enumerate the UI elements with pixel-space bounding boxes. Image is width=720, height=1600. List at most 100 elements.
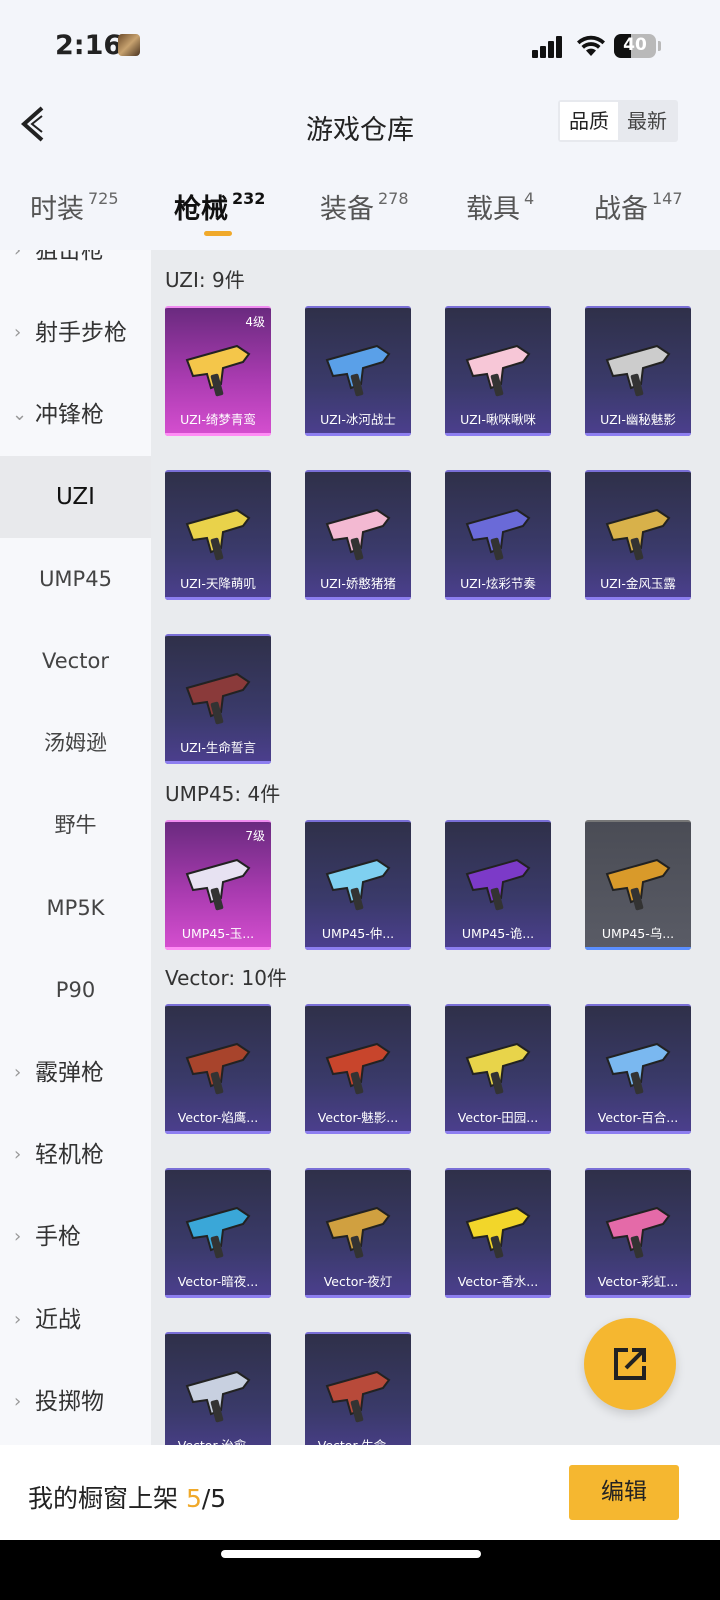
sidebar-item-lmg[interactable]: › 轻机枪: [0, 1114, 151, 1196]
skin-card[interactable]: UZI-天降萌叽: [165, 470, 271, 600]
sidebar-sub-mp5k[interactable]: MP5K: [0, 867, 151, 949]
weapon-skin-icon: [185, 1370, 251, 1423]
rarity-bar: [165, 1295, 271, 1298]
sidebar-item-throwable[interactable]: › 投掷物: [0, 1361, 151, 1443]
skin-name: UZI-金风玉露: [600, 576, 676, 591]
skin-name: Vector-焰鹰...: [177, 1110, 259, 1125]
skin-card[interactable]: Vector-田园...: [445, 1004, 551, 1134]
home-area: [0, 1540, 720, 1600]
edit-button[interactable]: 编辑: [569, 1465, 679, 1520]
tab-label: 时装: [30, 194, 84, 225]
rarity-bar: [165, 761, 271, 764]
sidebar-sub-vector[interactable]: Vector: [0, 620, 151, 702]
weapon-skin-icon: [465, 858, 531, 911]
skin-name: UMP45-乌...: [601, 926, 675, 941]
skin-card[interactable]: UMP45-诡...: [445, 820, 551, 950]
skin-name: Vector-香水...: [457, 1274, 539, 1289]
skin-name: UZI-生命誓言: [180, 740, 256, 755]
sidebar-item-pistol[interactable]: › 手枪: [0, 1196, 151, 1278]
sidebar-item-label: 投掷物: [35, 1389, 104, 1415]
tab-fashion[interactable]: 时装 725: [30, 187, 119, 226]
skin-card[interactable]: UZI-金风玉露: [585, 470, 691, 600]
skin-card[interactable]: UMP45-乌...: [585, 820, 691, 950]
tab-vehicles[interactable]: 载具 4: [466, 187, 534, 226]
battery-tip: [658, 41, 661, 51]
sort-quality-button[interactable]: 品质: [560, 102, 618, 140]
weapon-skin-icon: [185, 508, 251, 561]
status-time: 2:16: [55, 30, 123, 61]
skin-card[interactable]: 4级 UZI-绮梦青鸾: [165, 306, 271, 436]
share-fab-button[interactable]: [584, 1318, 676, 1410]
skin-card[interactable]: Vector-魅影...: [305, 1004, 411, 1134]
weapon-skin-icon: [185, 344, 251, 397]
skin-card[interactable]: Vector-生命...: [305, 1332, 411, 1445]
weapon-skin-icon: [465, 508, 531, 561]
sidebar-item-sniper[interactable]: › 狙击枪: [0, 250, 151, 292]
sidebar-sub-uzi[interactable]: UZI: [0, 456, 151, 538]
weapon-skin-icon: [325, 344, 391, 397]
skin-card[interactable]: Vector-百合...: [585, 1004, 691, 1134]
rarity-bar: [305, 433, 411, 436]
showcase-label: 我的橱窗上架 5/5: [28, 1479, 226, 1515]
tab-label: 装备: [320, 194, 374, 225]
rarity-bar: [305, 597, 411, 600]
sort-newest-button[interactable]: 最新: [618, 102, 676, 140]
skin-name: UMP45-仲...: [321, 926, 395, 941]
back-button[interactable]: [18, 102, 58, 146]
skin-card[interactable]: Vector-治愈...: [165, 1332, 271, 1445]
skin-name: UZI-幽秘魅影: [600, 412, 676, 427]
chevron-left-icon: [20, 106, 44, 142]
skin-card[interactable]: 7级 UMP45-玉...: [165, 820, 271, 950]
weapon-skin-icon: [605, 508, 671, 561]
skin-card[interactable]: UZI-幽秘魅影: [585, 306, 691, 436]
sidebar-item-melee[interactable]: › 近战: [0, 1279, 151, 1361]
tab-label: 战备: [594, 194, 648, 225]
home-indicator[interactable]: [221, 1550, 481, 1558]
sidebar-item-label: 射手步枪: [35, 320, 127, 346]
sidebar-sub-ump45[interactable]: UMP45: [0, 538, 151, 620]
sidebar-item-label: 狙击枪: [35, 250, 104, 264]
tab-guns[interactable]: 枪械 232: [174, 187, 265, 226]
weapon-skin-icon: [465, 1206, 531, 1259]
chevron-right-icon: ›: [14, 1226, 22, 1247]
skin-card[interactable]: UZI-炫彩节奏: [445, 470, 551, 600]
sidebar-item-shotgun[interactable]: › 霰弹枪: [0, 1032, 151, 1114]
skin-card[interactable]: Vector-彩虹...: [585, 1168, 691, 1298]
game-app-icon: [118, 34, 140, 56]
rarity-bar: [165, 947, 271, 950]
sidebar-sub-p90[interactable]: P90: [0, 949, 151, 1031]
tab-label: 枪械: [174, 194, 228, 225]
rarity-bar: [585, 1295, 691, 1298]
sidebar-item-dmr[interactable]: › 射手步枪: [0, 292, 151, 374]
skin-card[interactable]: UZI-娇憨猪猪: [305, 470, 411, 600]
section-title: Vector: 10件: [165, 966, 287, 990]
skin-card[interactable]: Vector-暗夜...: [165, 1168, 271, 1298]
battery-level: 40: [623, 35, 647, 55]
tab-equipment[interactable]: 装备 278: [320, 187, 409, 226]
sidebar-sub-thompson[interactable]: 汤姆逊: [0, 702, 151, 784]
battery-icon: 40: [614, 34, 656, 58]
skin-card[interactable]: UZI-冰河战士: [305, 306, 411, 436]
tab-supplies[interactable]: 战备 147: [594, 187, 683, 226]
skin-card[interactable]: Vector-焰鹰...: [165, 1004, 271, 1134]
skin-name: Vector-夜灯: [323, 1274, 393, 1289]
skin-name: UZI-天降萌叽: [180, 576, 256, 591]
weapon-skin-icon: [325, 858, 391, 911]
skin-card[interactable]: Vector-香水...: [445, 1168, 551, 1298]
skin-card[interactable]: Vector-夜灯: [305, 1168, 411, 1298]
skin-card[interactable]: UZI-生命誓言: [165, 634, 271, 764]
rarity-bar: [445, 597, 551, 600]
chevron-right-icon: ›: [14, 250, 22, 261]
weapon-skin-icon: [465, 1042, 531, 1095]
skin-card[interactable]: UZI-啾咪啾咪: [445, 306, 551, 436]
sidebar-item-label: 冲锋枪: [35, 402, 104, 428]
sidebar-item-smg[interactable]: ⌄ 冲锋枪: [0, 374, 151, 456]
showcase-total: /5: [201, 1484, 227, 1513]
skin-name: Vector-彩虹...: [597, 1274, 679, 1289]
active-tab-indicator: [204, 231, 232, 236]
skin-card[interactable]: UMP45-仲...: [305, 820, 411, 950]
rarity-bar: [585, 433, 691, 436]
tab-count: 4: [524, 189, 535, 208]
sidebar-sub-bizon[interactable]: 野牛: [0, 784, 151, 866]
cellular-signal-icon: [532, 36, 564, 58]
